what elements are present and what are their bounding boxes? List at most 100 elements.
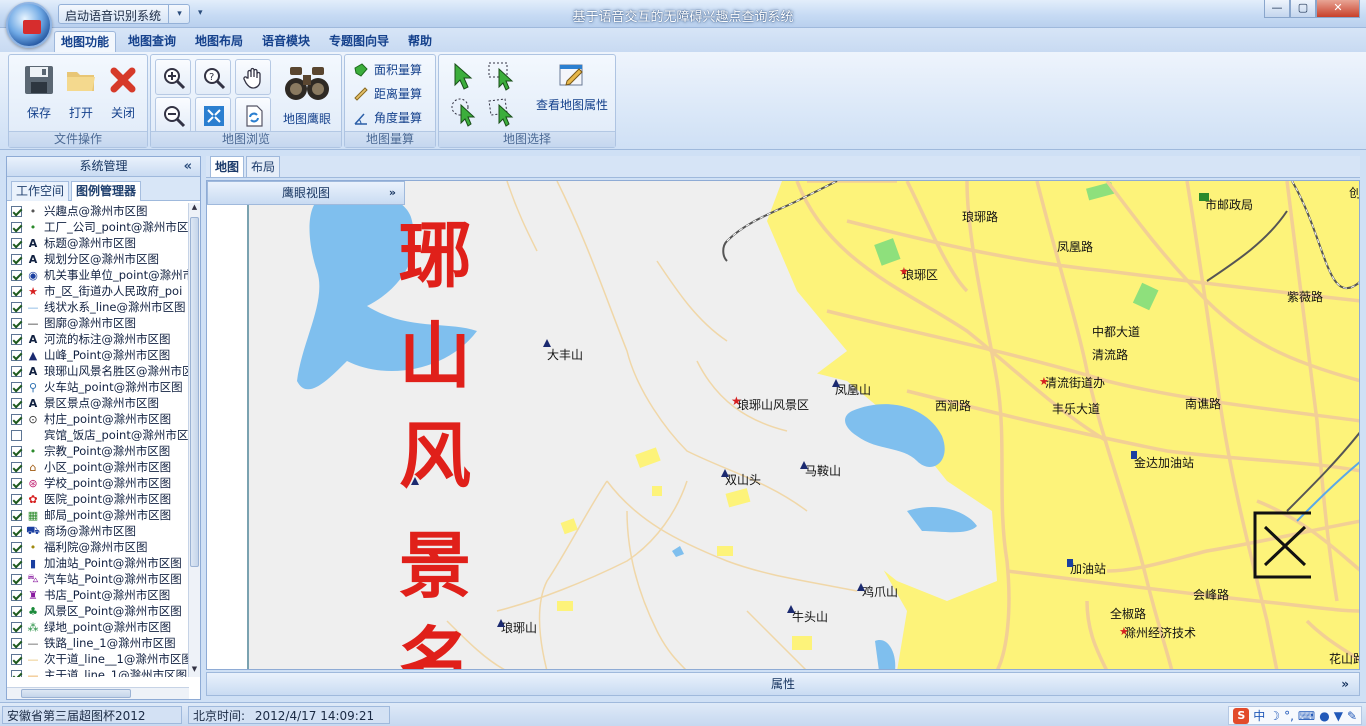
maximize-button[interactable]: ▢ [1290, 0, 1316, 18]
layer-visibility-checkbox[interactable] [11, 413, 22, 425]
refresh-button[interactable] [235, 97, 271, 133]
tab-map-layout[interactable]: 地图布局 [189, 31, 249, 52]
tab-map-functions[interactable]: 地图功能 [54, 31, 117, 52]
layer-visibility-checkbox[interactable] [11, 381, 22, 393]
area-measure-button[interactable]: 面积量算 [353, 61, 422, 78]
layer-row[interactable]: A 标题@滁州市区图 [7, 235, 189, 251]
layer-visibility-checkbox[interactable] [11, 541, 22, 553]
sogou-ime-icon[interactable]: S [1233, 707, 1250, 724]
rectangle-select-icon[interactable] [487, 61, 519, 91]
layer-visibility-checkbox[interactable] [11, 397, 22, 409]
layer-row[interactable]: A 规划分区@滁州市区图 [7, 251, 189, 267]
layer-visibility-checkbox[interactable] [11, 253, 22, 265]
layer-visibility-checkbox[interactable] [11, 333, 22, 345]
layer-visibility-checkbox[interactable] [11, 653, 22, 665]
keyboard-icon[interactable]: ⌨ [1298, 709, 1315, 723]
layer-row[interactable]: ✿ 医院_point@滁州市区图 [7, 491, 189, 507]
layer-visibility-checkbox[interactable] [11, 365, 22, 377]
layer-row[interactable]: ⊛ 学校_point@滁州市区图 [7, 475, 189, 491]
layer-row[interactable]: A 琅琊山风景名胜区@滁州市区 [7, 363, 189, 379]
layer-row[interactable]: • 兴趣点@滁州市区图 [7, 203, 189, 219]
layer-visibility-checkbox[interactable] [11, 557, 22, 569]
layer-visibility-checkbox[interactable] [11, 285, 22, 297]
layer-visibility-checkbox[interactable] [11, 429, 22, 441]
view-map-attributes-button[interactable]: 查看地图属性 [531, 61, 613, 113]
layer-list-hscrollbar[interactable] [7, 687, 189, 699]
layer-row[interactable]: ⛟ 商场@滁州市区图 [7, 523, 189, 539]
tab-map-query[interactable]: 地图查询 [122, 31, 182, 52]
scroll-thumb[interactable] [190, 217, 199, 567]
tab-help[interactable]: 帮助 [402, 31, 438, 52]
scroll-down-icon[interactable]: ▼ [189, 665, 200, 677]
layer-visibility-checkbox[interactable] [11, 349, 22, 361]
layer-visibility-checkbox[interactable] [11, 637, 22, 649]
tab-workspace[interactable]: 工作空间 [11, 181, 70, 201]
layer-row[interactable]: A 景区景点@滁州市区图 [7, 395, 189, 411]
layer-row[interactable]: A 河流的标注@滁州市区图 [7, 331, 189, 347]
hscroll-thumb[interactable] [21, 689, 131, 698]
map-view[interactable]: 琊山风景名 大丰山 琅琊区 琅琊路 凤凰路 市邮政局 紫薇路 中都大道 清流路 凤凰山 琅琊山风景… [206, 180, 1360, 670]
layer-visibility-checkbox[interactable] [11, 205, 22, 217]
eagle-eye-view-bar[interactable]: 鹰眼视图 » [207, 181, 405, 205]
layer-visibility-checkbox[interactable] [11, 445, 22, 457]
layer-row[interactable]: ⌂ 小区_point@滁州市区图 [7, 459, 189, 475]
layer-row[interactable]: ⚲ 火车站_point@滁州市区图 [7, 379, 189, 395]
user-icon[interactable]: ● [1319, 709, 1329, 723]
layer-visibility-checkbox[interactable] [11, 669, 22, 677]
punctuation-icon[interactable]: °, [1284, 709, 1294, 723]
save-button[interactable]: 保存 [19, 63, 59, 121]
layer-row[interactable]: ★ 市_区_街道办人民政府_poi [7, 283, 189, 299]
minimize-button[interactable]: — [1264, 0, 1290, 18]
point-select-icon[interactable] [449, 61, 481, 91]
eagle-eye-button[interactable]: 地图鹰眼 [277, 63, 337, 127]
layer-visibility-checkbox[interactable] [11, 221, 22, 233]
layer-row[interactable]: — 主干道_line_1@滁州市区图 [7, 667, 189, 677]
layer-row[interactable]: • 福利院@滁州市区图 [7, 539, 189, 555]
pan-button[interactable] [235, 59, 271, 95]
layer-visibility-checkbox[interactable] [11, 589, 22, 601]
tab-layout[interactable]: 布局 [246, 156, 281, 178]
layer-visibility-checkbox[interactable] [11, 269, 22, 281]
polygon-select-icon[interactable] [487, 97, 519, 127]
layer-row[interactable]: — 次干道_line__1@滁州市区图 [7, 651, 189, 667]
tools-icon[interactable]: ✎ [1347, 709, 1357, 723]
layer-visibility-checkbox[interactable] [11, 525, 22, 537]
layer-visibility-checkbox[interactable] [11, 461, 22, 473]
layer-list-vscrollbar[interactable]: ▲ ▼ [188, 203, 200, 677]
skin-icon[interactable]: ▼ [1334, 709, 1343, 723]
layer-row[interactable]: — 铁路_line_1@滁州市区图 [7, 635, 189, 651]
layer-visibility-checkbox[interactable] [11, 301, 22, 313]
map-canvas[interactable]: 琊山风景名 大丰山琅琊区琅琊路凤凰路市邮政局紫薇路中都大道清流路凤凰山琅琊山风景… [207, 181, 1360, 670]
moon-icon[interactable]: ☽ [1269, 709, 1280, 723]
tab-thematic-wizard[interactable]: 专题图向导 [323, 31, 395, 52]
layer-visibility-checkbox[interactable] [11, 621, 22, 633]
layer-visibility-checkbox[interactable] [11, 317, 22, 329]
layer-row[interactable]: ⊙ 村庄_point@滁州市区图 [7, 411, 189, 427]
full-extent-button[interactable] [195, 97, 231, 133]
layer-row[interactable]: ▮ 加油站_Point@滁州市区图 [7, 555, 189, 571]
layer-visibility-checkbox[interactable] [11, 509, 22, 521]
layer-row[interactable]: ⛍ 汽车站_Point@滁州市区图 [7, 571, 189, 587]
close-window-button[interactable]: ✕ [1316, 0, 1360, 18]
tab-legend-manager[interactable]: 图例管理器 [71, 181, 142, 201]
distance-measure-button[interactable]: 距离量算 [353, 85, 422, 102]
free-zoom-button[interactable]: ? [195, 59, 231, 95]
properties-bar[interactable]: 属性 » [206, 672, 1360, 696]
layer-row[interactable]: • 工厂_公司_point@滁州市区 [7, 219, 189, 235]
layer-row[interactable]: ▦ 邮局_point@滁州市区图 [7, 507, 189, 523]
layer-row[interactable]: ▲ 山峰_Point@滁州市区图 [7, 347, 189, 363]
layer-visibility-checkbox[interactable] [11, 477, 22, 489]
layer-visibility-checkbox[interactable] [11, 493, 22, 505]
circle-select-icon[interactable] [449, 97, 481, 127]
layer-visibility-checkbox[interactable] [11, 237, 22, 249]
scroll-up-icon[interactable]: ▲ [189, 203, 200, 215]
angle-measure-button[interactable]: 角度量算 [353, 109, 422, 126]
layer-row[interactable]: — 图廓@滁州市区图 [7, 315, 189, 331]
tab-map[interactable]: 地图 [210, 156, 245, 178]
expand-eagle-eye-icon[interactable]: » [389, 182, 396, 204]
layer-row[interactable]: ♣ 风景区_Point@滁州市区图 [7, 603, 189, 619]
zoom-in-button[interactable] [155, 59, 191, 95]
tab-speech-module[interactable]: 语音模块 [256, 31, 316, 52]
expand-properties-icon[interactable]: » [1341, 673, 1349, 695]
open-button[interactable]: 打开 [61, 63, 101, 121]
